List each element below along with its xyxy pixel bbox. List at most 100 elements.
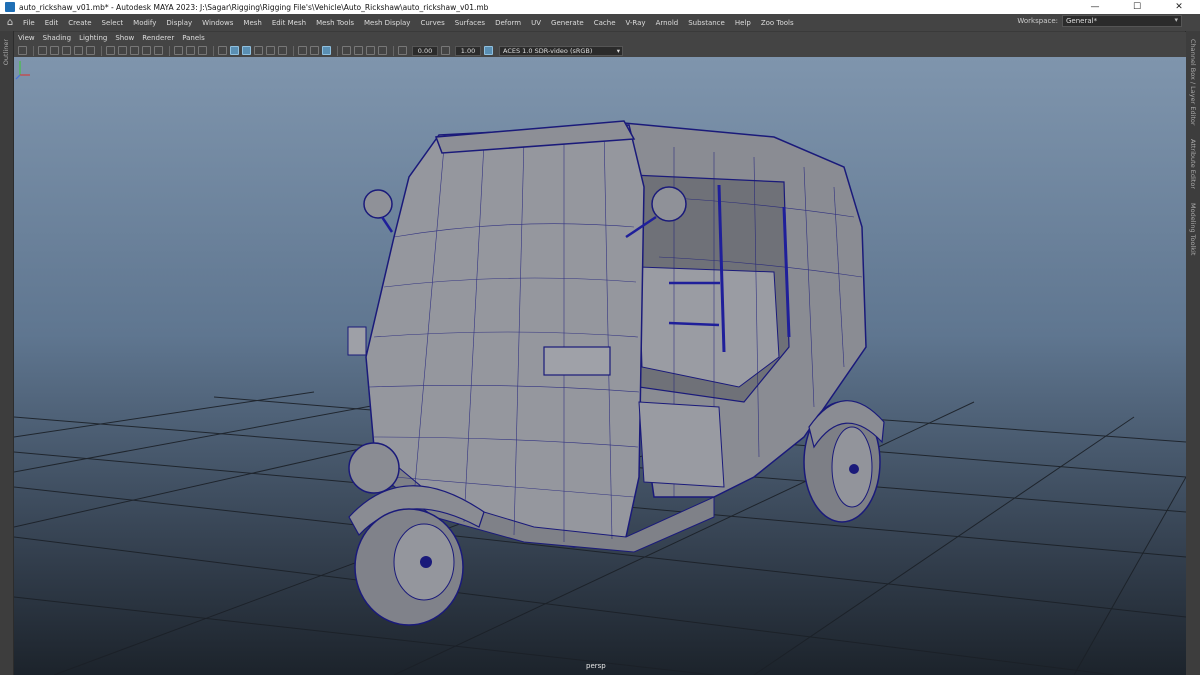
resolution-gate-icon[interactable]	[130, 46, 139, 55]
title-bar: auto_rickshaw_v01.mb* - Autodesk MAYA 20…	[0, 0, 1200, 14]
right-mirror	[651, 186, 687, 222]
safe-title-icon[interactable]	[186, 46, 195, 55]
2d-pan-zoom-icon[interactable]	[74, 46, 83, 55]
toolbar-divider	[213, 45, 214, 56]
front-emblem-box	[543, 346, 611, 376]
left-mirror-stem	[380, 216, 394, 233]
wireframe-on-shaded-icon[interactable]	[242, 46, 251, 55]
left-mirror	[363, 189, 393, 219]
toolbar-divider	[101, 45, 102, 56]
panel-menu-view[interactable]: View	[14, 34, 39, 42]
menu-uv[interactable]: UV	[526, 19, 546, 27]
shadows-icon[interactable]	[278, 46, 287, 55]
rickshaw-step-box	[638, 401, 725, 488]
exposure-field[interactable]: 0.00	[412, 45, 438, 56]
menu-create[interactable]: Create	[63, 19, 96, 27]
xray-icon[interactable]	[354, 46, 363, 55]
window-controls: — ☐ ✕	[1074, 0, 1200, 14]
workspace-selector: Workspace: General* ▾	[1017, 15, 1182, 27]
attribute-editor-tab[interactable]: Attribute Editor	[1189, 139, 1197, 189]
panel-menu-panels[interactable]: Panels	[178, 34, 209, 42]
isolate-select-icon[interactable]	[342, 46, 351, 55]
gamma-field[interactable]: 1.00	[455, 45, 481, 56]
menu-vray[interactable]: V-Ray	[621, 19, 651, 27]
image-plane-icon[interactable]	[62, 46, 71, 55]
maya-app-icon	[5, 2, 15, 12]
exposure-icon	[398, 46, 407, 55]
maximize-button[interactable]: ☐	[1116, 0, 1158, 14]
xray-joints-icon[interactable]	[366, 46, 375, 55]
film-gate-icon[interactable]	[118, 46, 127, 55]
select-camera-icon[interactable]	[18, 46, 27, 55]
toolbar-divider	[293, 45, 294, 56]
anti-aliasing-icon[interactable]	[322, 46, 331, 55]
chevron-down-icon: ▾	[616, 46, 620, 55]
viewport-scene	[14, 120, 1186, 675]
rear-wheel-center	[849, 464, 859, 474]
chevron-down-icon: ▾	[1174, 16, 1178, 24]
menu-modify[interactable]: Modify	[128, 19, 161, 27]
modeling-toolkit-tab[interactable]: Modeling Toolkit	[1189, 203, 1197, 255]
grease-pencil-icon[interactable]	[86, 46, 95, 55]
close-button[interactable]: ✕	[1158, 0, 1200, 14]
panel-menu-renderer[interactable]: Renderer	[138, 34, 178, 42]
menu-mesh[interactable]: Mesh	[238, 19, 266, 27]
color-space-dropdown[interactable]: ACES 1.0 SDR-video (sRGB) ▾	[499, 45, 623, 56]
workspace-label: Workspace:	[1017, 17, 1058, 25]
wireframe-icon[interactable]	[218, 46, 227, 55]
gamma-icon	[441, 46, 450, 55]
headlight	[347, 326, 367, 356]
main-menu-bar: ⌂ File Edit Create Select Modify Display…	[0, 14, 1200, 32]
toolbar-divider	[393, 45, 394, 56]
menu-select[interactable]: Select	[97, 19, 129, 27]
menu-file[interactable]: File	[18, 19, 40, 27]
menu-surfaces[interactable]: Surfaces	[450, 19, 490, 27]
gate-mask-icon[interactable]	[142, 46, 151, 55]
hud-icon[interactable]	[198, 46, 207, 55]
backface-culling-icon[interactable]	[378, 46, 387, 55]
bookmark-icon[interactable]	[50, 46, 59, 55]
menu-generate[interactable]: Generate	[546, 19, 589, 27]
safe-action-icon[interactable]	[174, 46, 183, 55]
menu-edit[interactable]: Edit	[40, 19, 64, 27]
panel-menu-show[interactable]: Show	[111, 34, 138, 42]
minimize-button[interactable]: —	[1074, 0, 1116, 14]
viewport-panel-menu: View Shading Lighting Show Renderer Pane…	[14, 32, 1186, 44]
view-axis-icon	[15, 61, 30, 80]
menu-curves[interactable]: Curves	[415, 19, 449, 27]
menu-mesh-display[interactable]: Mesh Display	[359, 19, 415, 27]
panel-menu-shading[interactable]: Shading	[39, 34, 75, 42]
front-wheel-hub	[348, 442, 400, 494]
field-chart-icon[interactable]	[154, 46, 163, 55]
grid-icon[interactable]	[106, 46, 115, 55]
toolbar-divider	[337, 45, 338, 56]
camera-name-label: persp	[586, 662, 606, 670]
motion-blur-icon[interactable]	[310, 46, 319, 55]
lights-icon[interactable]	[266, 46, 275, 55]
outliner-tab[interactable]: Outliner	[2, 39, 10, 65]
workspace-dropdown[interactable]: General* ▾	[1062, 15, 1182, 27]
menu-zoo-tools[interactable]: Zoo Tools	[756, 19, 799, 27]
menu-display[interactable]: Display	[161, 19, 197, 27]
rickshaw-seat	[638, 266, 780, 388]
color-space-value: ACES 1.0 SDR-video (sRGB)	[503, 46, 593, 55]
menu-arnold[interactable]: Arnold	[651, 19, 684, 27]
menu-deform[interactable]: Deform	[490, 19, 526, 27]
menu-substance[interactable]: Substance	[683, 19, 730, 27]
menu-mesh-tools[interactable]: Mesh Tools	[311, 19, 359, 27]
menu-cache[interactable]: Cache	[589, 19, 621, 27]
home-icon[interactable]: ⌂	[2, 14, 18, 31]
panel-menu-lighting[interactable]: Lighting	[75, 34, 111, 42]
menu-help[interactable]: Help	[730, 19, 756, 27]
channel-box-tab[interactable]: Channel Box / Layer Editor	[1189, 39, 1197, 126]
perspective-viewport[interactable]: persp	[14, 57, 1186, 675]
textured-icon[interactable]	[254, 46, 263, 55]
auto-rickshaw-model[interactable]	[347, 120, 885, 626]
menu-windows[interactable]: Windows	[197, 19, 238, 27]
smooth-shade-icon[interactable]	[230, 46, 239, 55]
right-dock-strip: Channel Box / Layer Editor Attribute Edi…	[1185, 31, 1200, 675]
color-management-icon[interactable]	[484, 46, 493, 55]
menu-edit-mesh[interactable]: Edit Mesh	[267, 19, 311, 27]
ambient-occlusion-icon[interactable]	[298, 46, 307, 55]
camera-attributes-icon[interactable]	[38, 46, 47, 55]
